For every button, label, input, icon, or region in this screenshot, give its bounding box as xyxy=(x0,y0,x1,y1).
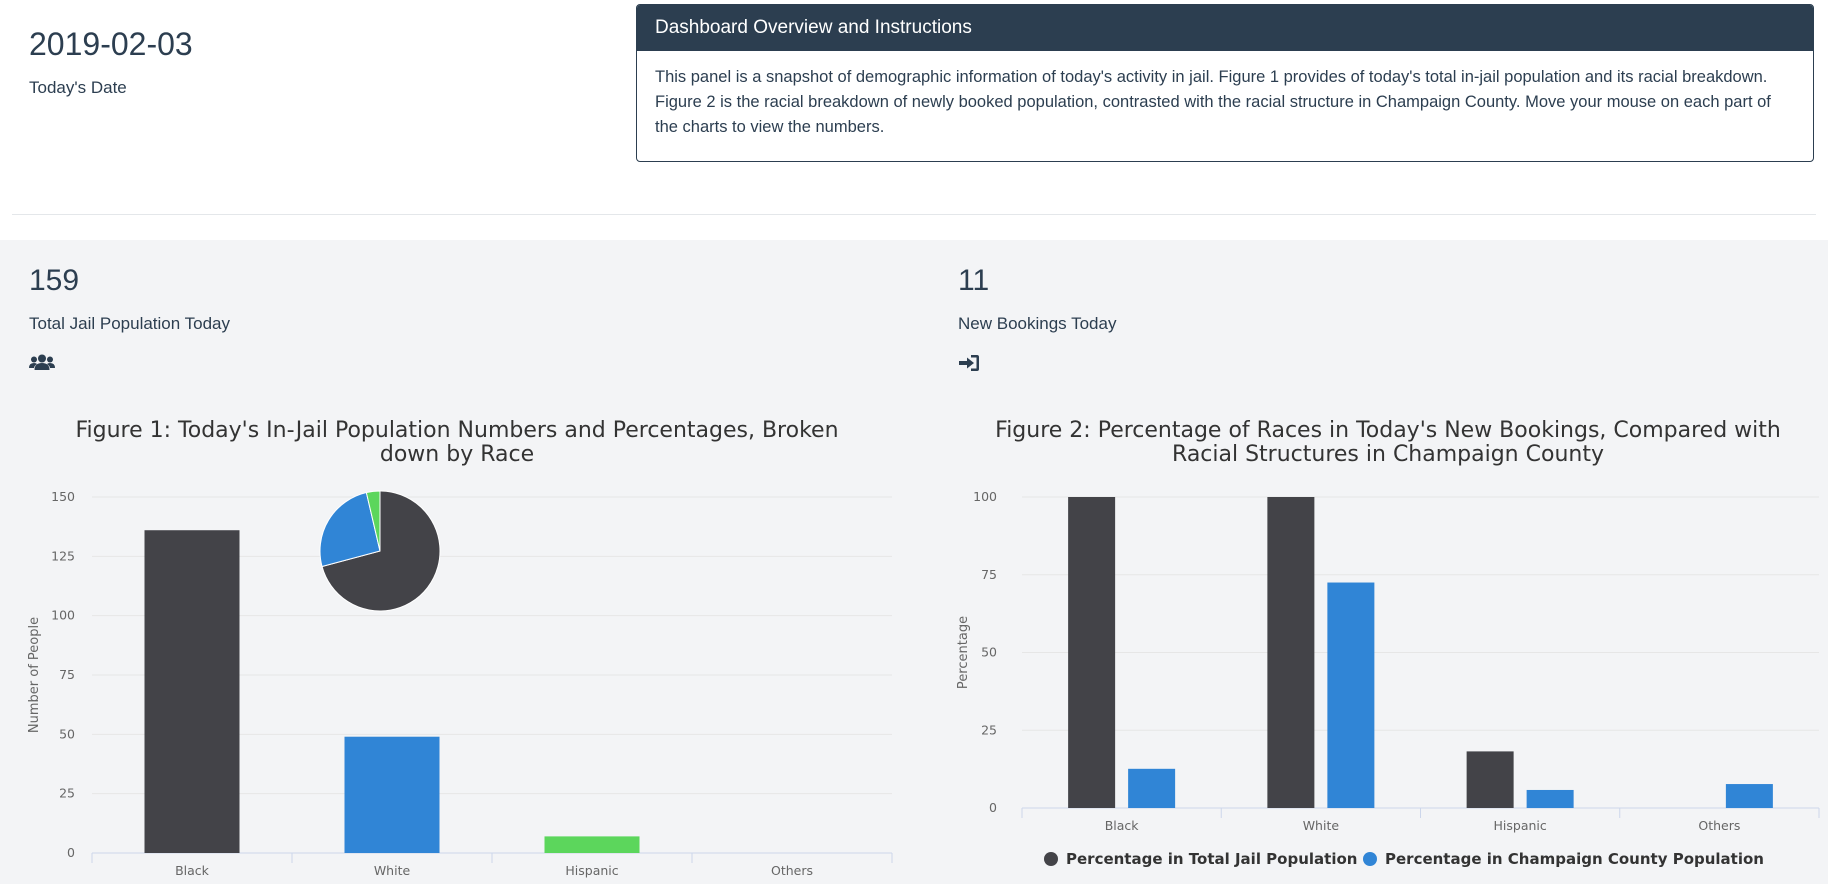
chart2-y-tick: 25 xyxy=(981,722,997,737)
panel-body: This panel is a snapshot of demographic … xyxy=(655,68,1771,136)
chart1-bar-white xyxy=(344,736,440,853)
chart1-x-tick-label: Others xyxy=(771,863,813,878)
divider xyxy=(12,214,1816,215)
jail-population-value: 159 xyxy=(29,264,80,297)
instructions-panel: Dashboard Overview and Instructions This… xyxy=(636,4,1814,162)
chart2-legend-marker-series1 xyxy=(1044,852,1058,866)
date-label: Today's Date xyxy=(29,78,127,97)
chart2-y-tick: 100 xyxy=(973,489,997,504)
chart2-bar-hispanic-series1 xyxy=(1466,751,1514,808)
chart2-legend-label-series2: Percentage in Champaign County Populatio… xyxy=(1385,850,1764,868)
chart2-bar-hispanic-series2 xyxy=(1526,789,1574,808)
chart2-legend-label-series1: Percentage in Total Jail Population xyxy=(1066,850,1357,868)
chart1-y-tick: 150 xyxy=(51,489,75,504)
new-bookings-value: 11 xyxy=(958,264,990,297)
date-value: 2019-02-03 xyxy=(29,26,193,62)
chart1-y-tick: 100 xyxy=(51,608,75,623)
chart2-bar-white-series1 xyxy=(1267,497,1315,808)
chart2-bar-others-series2 xyxy=(1725,784,1773,808)
chart1-title-line: down by Race xyxy=(380,442,534,467)
users-icon xyxy=(29,354,55,370)
chart2-bar-white-series2 xyxy=(1327,582,1375,808)
chart1-x-tick-label: Hispanic xyxy=(565,863,618,878)
chart1-y-tick: 0 xyxy=(67,845,75,860)
chart2-x-tick-label: Hispanic xyxy=(1494,818,1547,833)
panel-title: Dashboard Overview and Instructions xyxy=(637,5,1813,51)
sign-in-icon xyxy=(959,355,979,371)
chart2-title-line: Figure 2: Percentage of Races in Today's… xyxy=(995,418,1781,443)
jail-population-label: Total Jail Population Today xyxy=(29,314,230,333)
chart1-bar-black xyxy=(144,530,240,853)
chart2-y-axis-label: Percentage xyxy=(956,616,971,689)
chart2-x-tick-label: Others xyxy=(1698,818,1740,833)
chart2-y-tick: 75 xyxy=(981,567,997,582)
chart1-y-tick: 75 xyxy=(59,667,75,682)
header-area: 2019-02-03 Today's Date Dashboard Overvi… xyxy=(0,0,1828,240)
chart1-y-tick: 125 xyxy=(51,548,75,563)
chart2-x-tick-label: Black xyxy=(1105,818,1140,833)
chart1-y-tick: 25 xyxy=(59,786,75,801)
chart2-bar-black-series1 xyxy=(1068,497,1116,808)
chart2-y-tick: 0 xyxy=(989,800,997,815)
chart1-bar-hispanic xyxy=(544,836,640,853)
chart1-title-line: Figure 1: Today's In-Jail Population Num… xyxy=(75,418,838,443)
chart1-y-axis-label: Number of People xyxy=(27,617,42,733)
chart2-bar-black-series2 xyxy=(1128,768,1176,808)
new-bookings-label: New Bookings Today xyxy=(958,314,1117,333)
figure1-chart: Figure 1: Today's In-Jail Population Num… xyxy=(27,418,893,878)
chart1-x-tick-label: Black xyxy=(175,863,210,878)
chart1-y-tick: 50 xyxy=(59,726,75,741)
chart2-legend-marker-series2 xyxy=(1363,852,1377,866)
chart2-y-tick: 50 xyxy=(981,645,997,660)
figure2-chart: Figure 2: Percentage of Races in Today's… xyxy=(956,418,1820,868)
chart2-x-tick-label: White xyxy=(1303,818,1340,833)
chart2-title-line: Racial Structures in Champaign County xyxy=(1172,442,1604,467)
chart1-x-tick-label: White xyxy=(374,863,411,878)
